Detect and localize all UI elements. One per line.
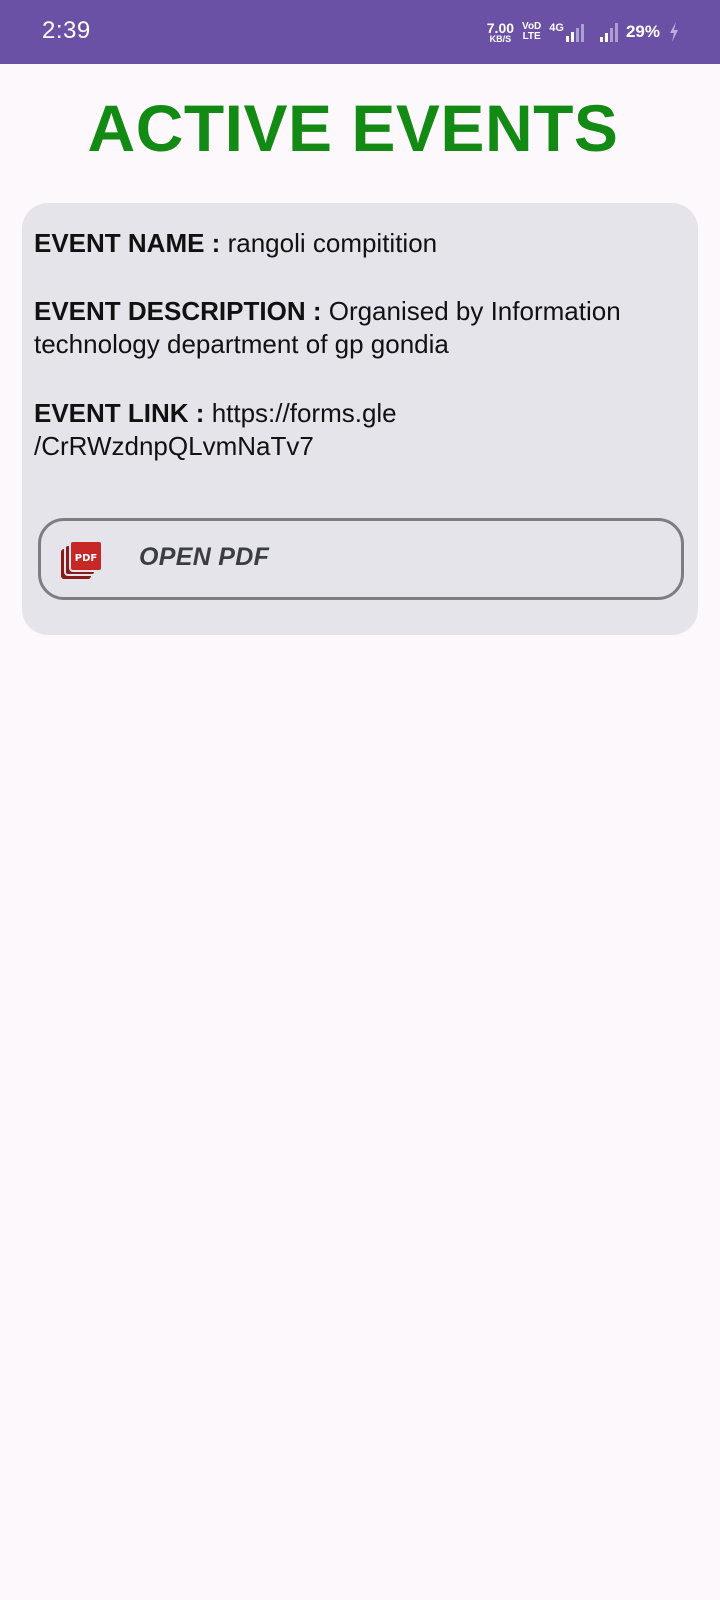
status-time: 2:39 <box>42 17 91 44</box>
network-speed-value: 7.00 <box>486 19 515 36</box>
battery-percent: 29% <box>625 22 660 41</box>
open-pdf-label: OPEN PDF <box>139 543 270 571</box>
event-description-label: EVENT DESCRIPTION : <box>34 296 322 326</box>
network-type: 4G <box>549 22 564 34</box>
signal-strength-icon <box>599 22 618 42</box>
event-name-value: rangoli compitition <box>227 228 438 258</box>
open-pdf-button[interactable]: PDF OPEN PDF <box>38 518 684 600</box>
event-card: EVENT NAME : rangoli compitition EVENT D… <box>22 203 698 635</box>
volte-indicator: VoD LTE <box>522 22 541 42</box>
volte-bottom: LTE <box>522 31 541 42</box>
event-description: EVENT DESCRIPTION : Organised by Informa… <box>34 295 674 361</box>
network-speed: 7.00 KB/S <box>487 21 514 44</box>
charging-bolt-icon <box>670 22 678 42</box>
event-link-label: EVENT LINK : <box>34 398 205 428</box>
status-bar: 2:39 7.00 KB/S VoD LTE 4G 29% <box>0 0 720 64</box>
page-title: ACTIVE EVENTS <box>87 91 619 165</box>
event-link-value-line2[interactable]: /CrRWzdnpQLvmNaTv7 <box>34 431 314 461</box>
event-name-label: EVENT NAME : <box>34 228 221 258</box>
event-link-value-line1[interactable]: https://forms.gle <box>212 398 397 428</box>
svg-text:PDF: PDF <box>75 553 97 564</box>
network-speed-unit: KB/S <box>489 33 512 44</box>
pdf-file-icon: PDF <box>61 541 103 579</box>
signal-4g-icon: 4G <box>549 22 584 42</box>
status-icons: 7.00 KB/S VoD LTE 4G 29% <box>487 18 680 46</box>
event-link: EVENT LINK : https://forms.gle /CrRWzdnp… <box>34 397 674 463</box>
event-name: EVENT NAME : rangoli compitition <box>34 227 674 260</box>
